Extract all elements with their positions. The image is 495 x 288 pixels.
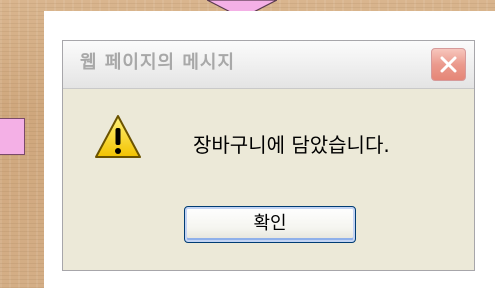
warning-icon bbox=[95, 115, 141, 158]
dialog-titlebar[interactable]: 웹 페이지의 메시지 bbox=[63, 41, 474, 89]
close-button[interactable] bbox=[431, 48, 466, 81]
close-icon bbox=[440, 56, 457, 73]
screen: { "dialog": { "title": "웹 페이지의 메시지", "me… bbox=[0, 0, 495, 288]
dialog-message: 장바구니에 담았습니다. bbox=[193, 133, 390, 157]
pink-side-box bbox=[0, 118, 25, 155]
ok-button[interactable]: 확인 bbox=[184, 206, 356, 243]
dialog-title: 웹 페이지의 메시지 bbox=[80, 52, 236, 73]
message-dialog: 웹 페이지의 메시지 장바구니에 담았습니다. 확인 bbox=[62, 40, 475, 271]
